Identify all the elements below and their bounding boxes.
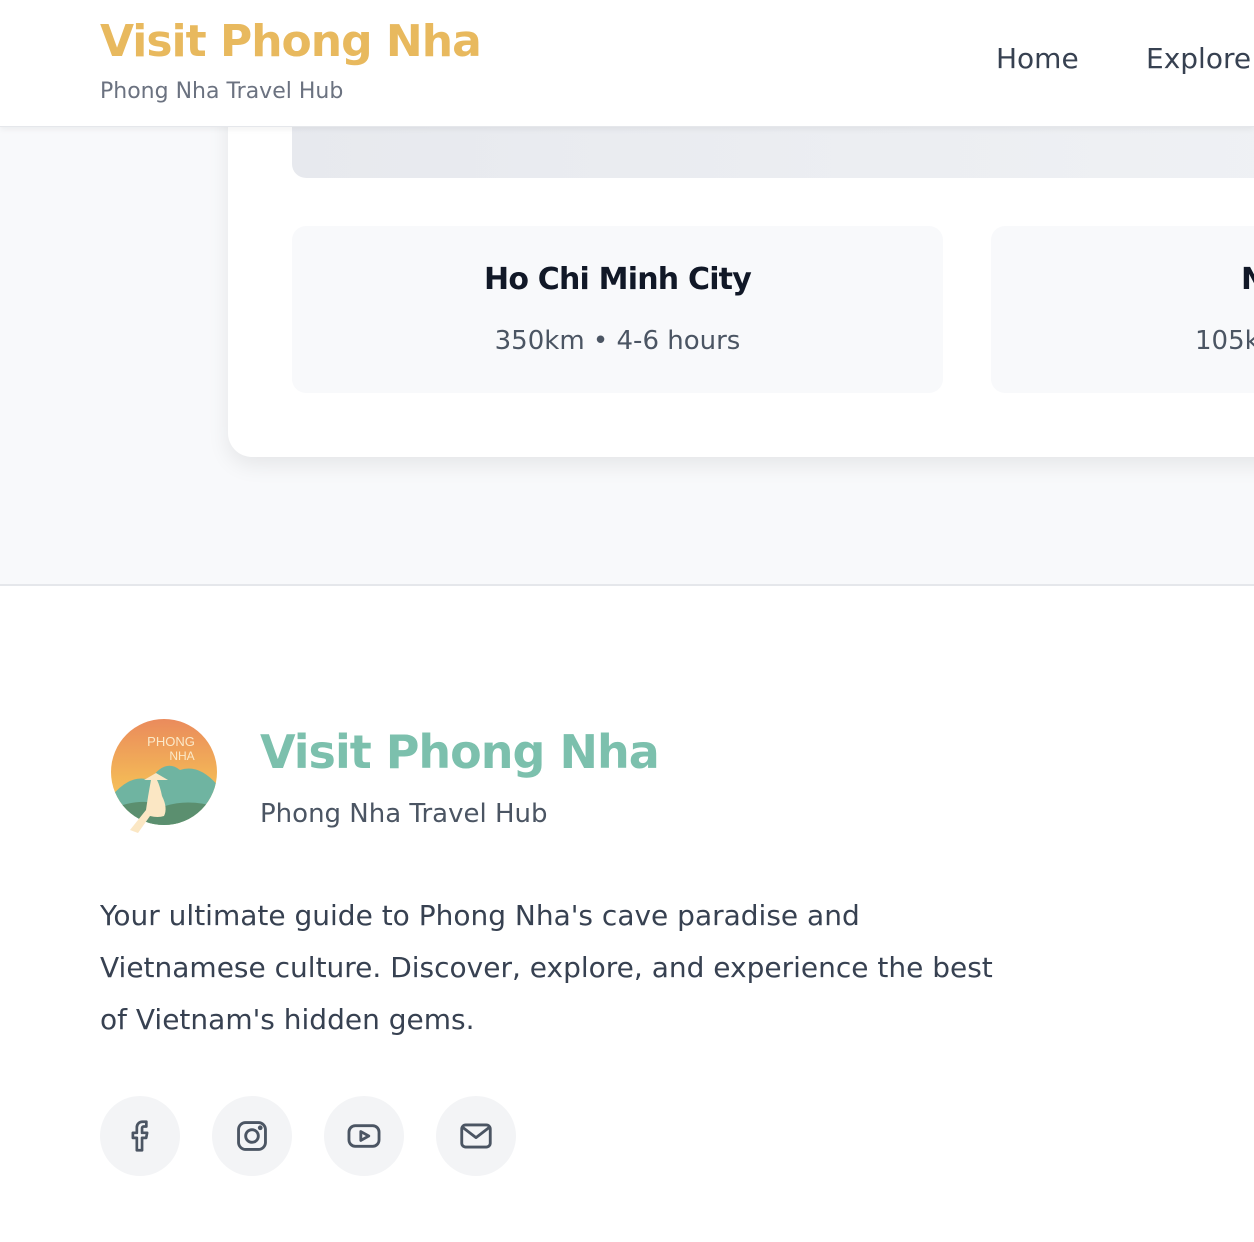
instagram-button[interactable]: [212, 1096, 292, 1176]
main-section: Ho Chi Minh City 350km • 4-6 hours N 105…: [0, 127, 1254, 586]
youtube-icon: [347, 1124, 381, 1148]
phong-nha-logo: PHONG NHA: [111, 719, 217, 833]
map-placeholder: [292, 127, 1254, 178]
footer-description: Your ultimate guide to Phong Nha's cave …: [100, 899, 993, 1036]
footer-brand-subtitle: Phong Nha Travel Hub: [260, 799, 548, 829]
destination-distance: 350km • 4-6 hours: [494, 326, 741, 356]
site-header: Visit Phong Nha Phong Nha Travel Hub Hom…: [0, 0, 1254, 127]
destination-card[interactable]: N 105k: [991, 226, 1254, 393]
destination-name: Ho Chi Minh City: [484, 262, 752, 297]
instagram-icon: [237, 1121, 267, 1151]
svg-text:PHONG: PHONG: [147, 734, 195, 749]
travel-distance-panel: Ho Chi Minh City 350km • 4-6 hours N 105…: [228, 127, 1254, 457]
destination-card[interactable]: Ho Chi Minh City 350km • 4-6 hours: [292, 226, 943, 393]
site-brand-title[interactable]: Visit Phong Nha: [100, 16, 482, 67]
destination-name: N: [1241, 262, 1254, 297]
footer-brand-title[interactable]: Visit Phong Nha: [260, 725, 660, 779]
svg-text:NHA: NHA: [169, 749, 194, 763]
facebook-icon: [131, 1120, 149, 1152]
nav-explore-link[interactable]: Explore: [1146, 42, 1251, 75]
destination-distance: 105k: [1195, 326, 1254, 356]
site-brand-subtitle: Phong Nha Travel Hub: [100, 79, 344, 104]
mail-icon: [460, 1123, 492, 1149]
youtube-button[interactable]: [324, 1096, 404, 1176]
email-button[interactable]: [436, 1096, 516, 1176]
facebook-button[interactable]: [100, 1096, 180, 1176]
site-footer: PHONG NHA Visit Phong Nha Phong Nha Trav…: [0, 588, 1254, 1242]
nav-home-link[interactable]: Home: [996, 42, 1079, 75]
